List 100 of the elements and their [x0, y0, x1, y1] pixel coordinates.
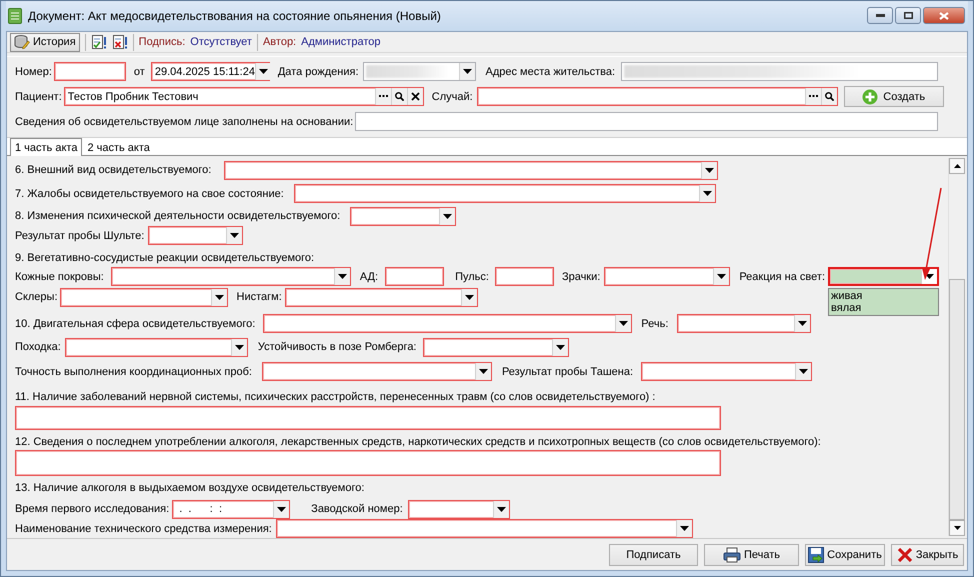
close-icon — [939, 12, 949, 20]
create-button[interactable]: Создать — [844, 86, 944, 107]
combo-box[interactable]: . . : : — [172, 500, 290, 519]
caret-icon — [462, 69, 472, 74]
field-label: 6. Внешний вид освидетельствуемого: — [15, 164, 212, 176]
combo-box[interactable] — [110, 267, 351, 286]
signature-status: Отсутствует — [190, 36, 252, 48]
caret-icon — [464, 294, 474, 300]
field-label: Склеры: — [15, 291, 58, 304]
tab[interactable]: 1 часть акта — [10, 138, 82, 156]
author-label: Автор: — [262, 36, 296, 48]
print-button[interactable]: Печать — [704, 544, 799, 566]
field-label: Точность выполнения координационных проб: — [15, 366, 252, 378]
caret-icon — [798, 321, 808, 326]
text-field[interactable] — [54, 62, 126, 81]
database-icon — [14, 35, 30, 49]
close-icon[interactable] — [410, 92, 420, 101]
sign-button[interactable]: Подписать — [609, 544, 698, 566]
field-label: Зрачки: — [562, 270, 600, 283]
field-label: Дата рождения: — [278, 66, 358, 78]
caret-icon — [443, 214, 452, 219]
text-field[interactable] — [621, 62, 938, 81]
minimize-button[interactable] — [867, 7, 893, 24]
window-title: Документ: Акт медосвидетельствования на состояние опьянения (Новый) — [28, 9, 442, 23]
document-icon — [8, 8, 22, 24]
field-label: 11. Наличие заболеваний нервной системы, психических расстройств, перенесенных травм (со слов освидетельствуемого) : — [15, 391, 656, 404]
history-button[interactable]: История — [10, 32, 80, 52]
field-label: 10. Двигательная сфера освидетельствуемого: — [15, 318, 256, 330]
close-button[interactable]: Закрыть — [891, 544, 964, 566]
combo-box[interactable] — [224, 160, 718, 180]
field-label: АД: — [360, 270, 378, 283]
combo-box[interactable] — [362, 62, 476, 81]
close-button[interactable] — [923, 7, 965, 24]
field-label: Нистагм: — [236, 291, 282, 304]
combo-box[interactable] — [677, 314, 812, 334]
field-label: Случай: — [432, 90, 473, 102]
combo-box[interactable] — [422, 338, 568, 357]
dropdown-option[interactable]: вялая — [831, 302, 936, 314]
text-field[interactable] — [355, 112, 938, 131]
printer-icon — [722, 546, 741, 562]
author-name: Администратор — [301, 36, 380, 48]
scrollbar-thumb[interactable] — [949, 278, 965, 520]
caret-icon — [496, 506, 506, 512]
text-field[interactable] — [385, 267, 444, 286]
combo-box[interactable] — [60, 288, 228, 307]
text-field[interactable] — [494, 267, 554, 286]
field-label: Адрес места жительства: — [486, 66, 616, 78]
combo-box[interactable] — [641, 362, 812, 382]
caret-icon — [680, 526, 689, 532]
field-label: Пульс: — [455, 270, 489, 283]
field-label: Заводской номер: — [311, 503, 403, 516]
scrollbar[interactable] — [948, 158, 964, 536]
ellipsis-icon[interactable] — [378, 95, 388, 98]
memo-field[interactable] — [15, 450, 721, 476]
caret-icon — [258, 69, 268, 74]
search-icon[interactable] — [394, 92, 404, 101]
caret-icon — [338, 274, 347, 280]
combo-box[interactable] — [263, 314, 632, 334]
field-label: Реакция на свет: — [739, 270, 826, 283]
search-icon[interactable] — [824, 92, 834, 101]
lookup-field[interactable] — [476, 87, 838, 106]
field-label: Результат пробы Шульте: — [15, 230, 144, 242]
field-label: Устойчивость в позе Ромберга: — [258, 341, 416, 354]
maximize-button[interactable] — [895, 7, 921, 24]
scroll-down-icon[interactable] — [954, 526, 960, 530]
field-label: 13. Наличие алкоголя в выдыхаемом воздухе освидетельствуемого: — [15, 482, 364, 494]
field-label: 9. Вегетативно-сосудистые реакции освидетельствуемого: — [15, 252, 314, 264]
document-delete-icon[interactable] — [112, 34, 128, 50]
ellipsis-icon[interactable] — [808, 95, 818, 98]
combo-box[interactable] — [148, 226, 244, 246]
field-label: от — [134, 66, 145, 78]
caret-icon — [277, 506, 286, 512]
caret-icon — [556, 344, 564, 350]
field-label: Речь: — [641, 318, 668, 330]
document-check-icon[interactable] — [90, 34, 107, 50]
caret-icon — [214, 294, 224, 300]
combo-box[interactable] — [294, 184, 716, 204]
combo-box[interactable] — [408, 500, 510, 519]
field-label: Походка: — [15, 341, 61, 354]
combo-box[interactable] — [604, 267, 730, 286]
field-label: 12. Сведения о последнем употреблении алкоголя, лекарственных средств, наркотических средств и психотропных веществ (со слов освидетельствуемого): — [15, 436, 821, 448]
field-label: Кожные покровы: — [15, 270, 104, 283]
field-label: Сведения об освидетельствуемом лице заполнены на основании: — [15, 116, 354, 128]
caret-icon — [702, 191, 712, 196]
combo-box[interactable] — [284, 288, 478, 307]
combo-box[interactable] — [262, 362, 492, 382]
combo-box[interactable] — [276, 519, 693, 538]
combo-box[interactable] — [350, 206, 456, 226]
caret-icon — [230, 233, 240, 238]
field-label: Результат пробы Ташена: — [502, 366, 634, 378]
memo-field[interactable] — [15, 406, 721, 430]
signature-label: Подпись: — [138, 36, 186, 48]
dropdown-option[interactable]: живая — [831, 290, 936, 302]
lookup-field[interactable]: Тестов Пробник Тестович — [64, 87, 424, 106]
caret-icon — [478, 369, 488, 374]
combo-box[interactable] — [64, 338, 248, 357]
combo-box[interactable]: 29.04.2025 15:11:24 — [150, 62, 270, 81]
caret-icon — [717, 274, 726, 280]
scroll-up-icon[interactable] — [954, 164, 960, 168]
save-button[interactable]: Сохранить — [805, 544, 885, 566]
